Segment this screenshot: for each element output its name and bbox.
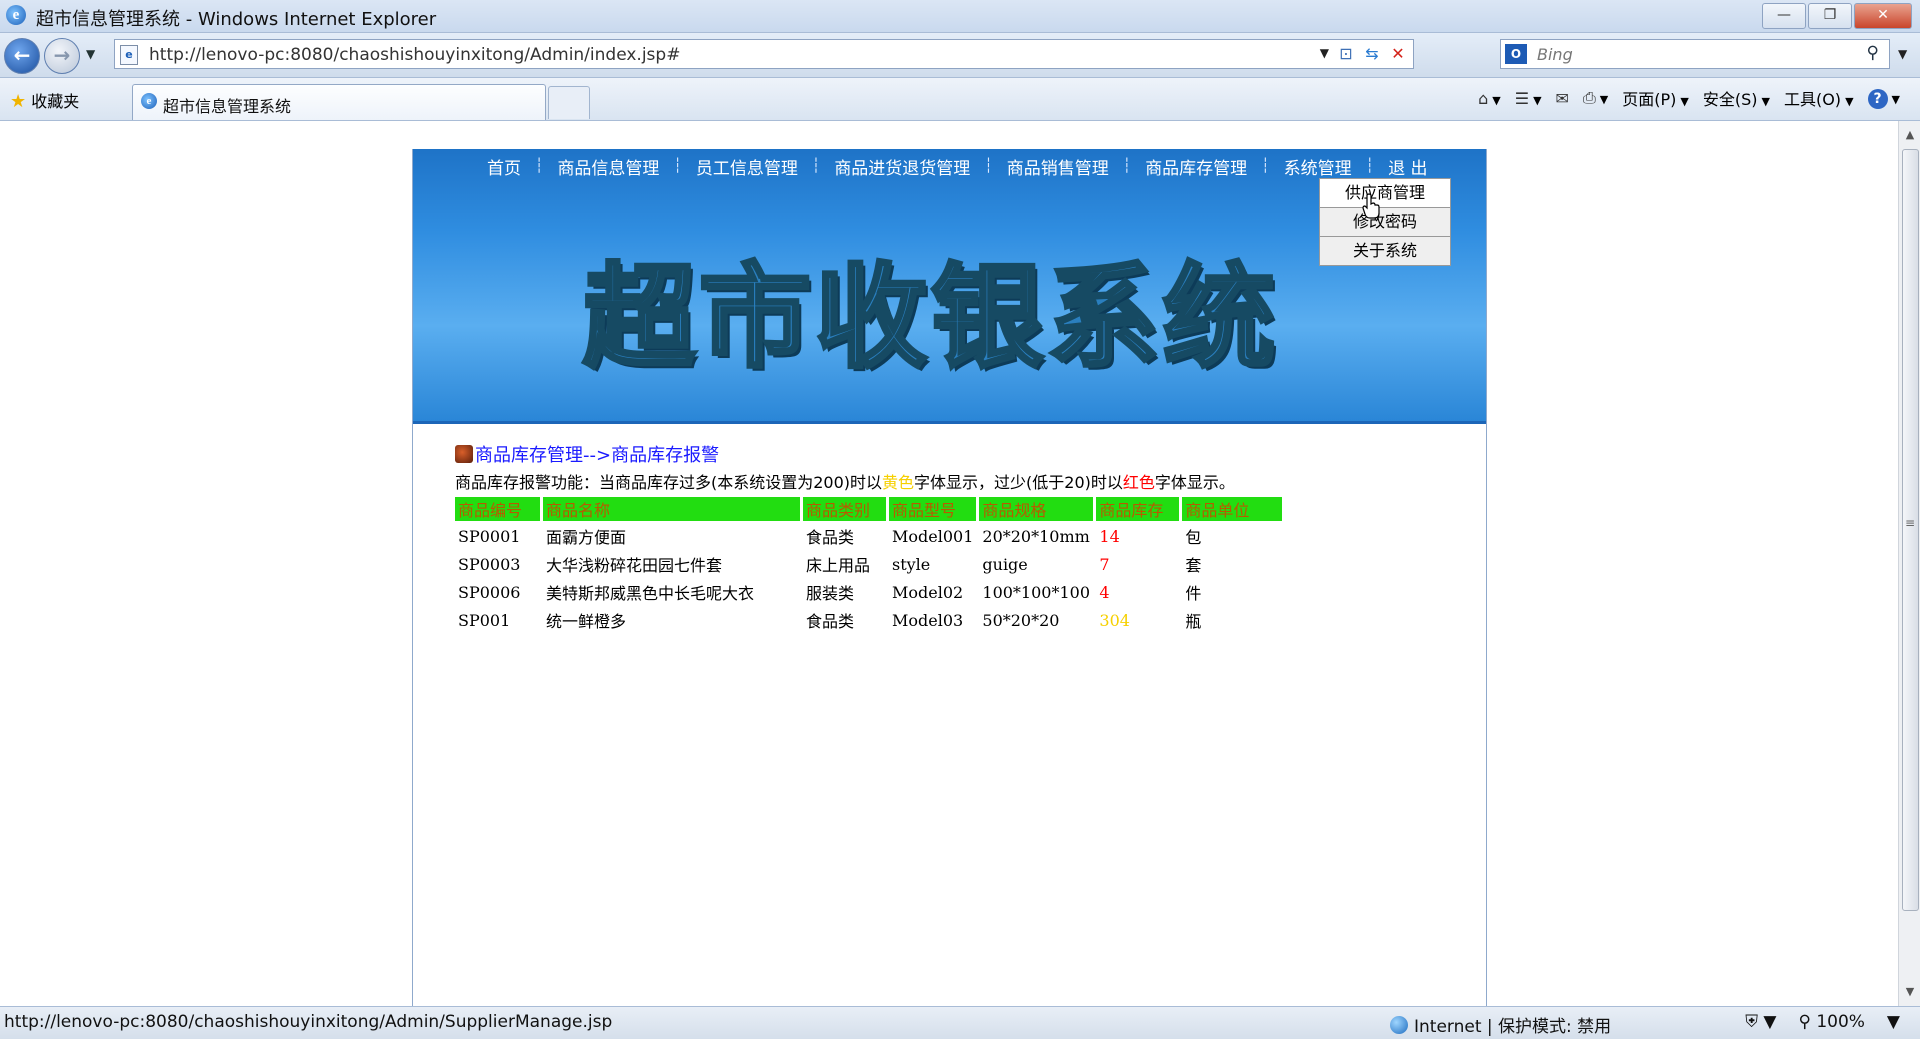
globe-icon <box>1390 1015 1408 1034</box>
site-container: 首页 ┆ 商品信息管理 ┆ 员工信息管理 ┆ 商品进货退货管理 ┆ 商品销售管理 ┆ 商品… <box>412 149 1487 1006</box>
table-header-row: 商品编号 商品名称 商品类别 商品型号 商品规格 商品库存 商品单位 <box>455 497 1283 521</box>
recent-pages-dropdown-icon[interactable]: ▼ <box>86 47 95 61</box>
refresh-icon[interactable]: ⇆ <box>1361 43 1383 65</box>
nav-home[interactable]: 首页 <box>473 154 535 179</box>
table-row: SP0003 大华浅粉碎花田园七件套 床上用品 style guige 7 套 <box>455 551 1282 577</box>
table-row: SP0001 面霸方便面 食品类 Model001 20*20*10mm 14 … <box>455 523 1282 549</box>
printer-icon: ⎙ <box>1582 88 1596 107</box>
main-content: 商品库存管理-->商品库存报警 商品库存报警功能：当商品库存过多(本系统设置为2… <box>455 441 1445 635</box>
breadcrumb-text: 商品库存管理-->商品库存报警 <box>475 445 720 466</box>
nav-system[interactable]: 系统管理 <box>1270 154 1366 179</box>
zoom-icon: ⚲ <box>1798 1012 1811 1032</box>
window-title: 超市信息管理系统 - Windows Internet Explorer <box>36 9 437 30</box>
zoom-button[interactable]: ⚲ 100% <box>1798 1012 1864 1032</box>
search-options-dropdown-icon[interactable]: ▼ <box>1898 47 1907 61</box>
header-spec: 商品规格 <box>979 497 1094 521</box>
rss-icon: ☰ <box>1514 88 1530 108</box>
scroll-down-icon[interactable]: ▼ <box>1899 982 1920 1002</box>
header-model: 商品型号 <box>889 497 977 521</box>
breadcrumb: 商品库存管理-->商品库存报警 <box>455 441 1445 467</box>
browser-tab[interactable]: e 超市信息管理系统 <box>132 84 546 120</box>
nav-logout[interactable]: 退 出 <box>1374 154 1441 179</box>
forward-button[interactable]: → <box>44 38 80 74</box>
stock-value: 4 <box>1099 582 1110 602</box>
address-toolbar: ← → ▼ e http://lenovo-pc:8080/chaoshisho… <box>0 33 1920 78</box>
hand-cursor-icon <box>1362 193 1380 219</box>
address-url[interactable]: http://lenovo-pc:8080/chaoshishouyinxito… <box>149 45 680 65</box>
header-product-name: 商品名称 <box>543 497 800 521</box>
system-submenu: 供应商管理 修改密码 关于系统 <box>1319 178 1451 266</box>
help-icon: ? <box>1867 88 1888 109</box>
inventory-alert-notice: 商品库存报警功能：当商品库存过多(本系统设置为200)时以黄色字体显示，过少(低… <box>455 473 1235 492</box>
search-input[interactable]: Bing <box>1537 45 1573 64</box>
print-button[interactable]: ⎙ ▼ <box>1583 88 1608 108</box>
tools-menu[interactable]: 工具(O) ▼ <box>1784 86 1854 110</box>
security-zone[interactable]: Internet | 保护模式: 禁用 <box>1390 1012 1611 1037</box>
header-product-id: 商品编号 <box>455 497 540 521</box>
submenu-supplier[interactable]: 供应商管理 <box>1319 178 1451 208</box>
search-box[interactable]: O Bing ⚲ <box>1500 39 1890 69</box>
tab-title: 超市信息管理系统 <box>163 97 292 116</box>
favorites-button[interactable]: ★ 收藏夹 <box>10 88 79 112</box>
feeds-button[interactable]: ☰ ▼ <box>1515 89 1542 108</box>
status-url: http://lenovo-pc:8080/chaoshishouyinxito… <box>4 1012 613 1032</box>
favorites-label: 收藏夹 <box>31 92 80 111</box>
scroll-grip-icon: ≡ <box>1905 516 1916 530</box>
protected-mode-button[interactable]: ⛨ ▼ <box>1745 1012 1776 1032</box>
page-menu[interactable]: 页面(P) ▼ <box>1622 86 1689 110</box>
page-icon: e <box>120 45 138 65</box>
inventory-alert-table: 商品编号 商品名称 商品类别 商品型号 商品规格 商品库存 商品单位 SP000… <box>452 495 1285 635</box>
restore-button[interactable]: ❐ <box>1808 3 1852 29</box>
help-menu[interactable]: ? ▼ <box>1867 88 1900 109</box>
notice-yellow-word: 黄色 <box>882 473 915 492</box>
compatibility-view-icon[interactable]: ⊡ <box>1335 43 1357 65</box>
new-tab-button[interactable] <box>548 86 590 119</box>
stock-value: 7 <box>1099 554 1110 574</box>
ie-logo-icon: e <box>6 5 26 25</box>
close-button[interactable]: ✕ <box>1854 3 1912 29</box>
site-nav: 首页 ┆ 商品信息管理 ┆ 员工信息管理 ┆ 商品进货退货管理 ┆ 商品销售管理 ┆ 商品… <box>473 151 1441 181</box>
star-icon: ★ <box>10 91 27 112</box>
zoom-dropdown-icon[interactable]: ▼ <box>1887 1012 1900 1032</box>
command-bar: ⌂ ▼ ☰ ▼ ✉ ⎙ ▼ 页面(P) ▼ 安全(S) ▼ 工具(O) ▼ ? ▼ <box>1478 86 1900 110</box>
back-button[interactable]: ← <box>4 38 40 74</box>
nav-staff-info[interactable]: 员工信息管理 <box>682 154 812 179</box>
home-icon: ⌂ <box>1478 88 1489 108</box>
safety-menu[interactable]: 安全(S) ▼ <box>1703 86 1770 110</box>
address-bar[interactable]: e http://lenovo-pc:8080/chaoshishouyinxi… <box>114 39 1414 69</box>
search-provider-icon: O <box>1505 44 1527 64</box>
favorites-bar: ★ 收藏夹 e 超市信息管理系统 ⌂ ▼ ☰ ▼ ✉ ⎙ ▼ 页面(P) ▼ 安全(S)… <box>0 78 1920 121</box>
site-logo: 超市收银系统 <box>581 251 1279 385</box>
header-stock: 商品库存 <box>1096 497 1180 521</box>
search-icon[interactable]: ⚲ <box>1867 43 1879 63</box>
stop-icon[interactable]: ✕ <box>1387 43 1409 65</box>
mail-icon[interactable]: ✉ <box>1556 89 1569 108</box>
submenu-about[interactable]: 关于系统 <box>1319 236 1451 266</box>
status-bar: http://lenovo-pc:8080/chaoshishouyinxito… <box>0 1006 1920 1039</box>
window-title-bar: e 超市信息管理系统 - Windows Internet Explorer —… <box>0 0 1920 33</box>
module-icon <box>455 445 473 463</box>
address-dropdown-icon[interactable]: ▼ <box>1320 46 1329 60</box>
notice-red-word: 红色 <box>1122 473 1155 492</box>
nav-sales[interactable]: 商品销售管理 <box>993 154 1123 179</box>
nav-product-info[interactable]: 商品信息管理 <box>543 154 673 179</box>
table-row: SP0006 美特斯邦威黑色中长毛呢大衣 服装类 Model02 100*100… <box>455 579 1282 605</box>
header-category: 商品类别 <box>803 497 886 521</box>
page-viewport: 首页 ┆ 商品信息管理 ┆ 员工信息管理 ┆ 商品进货退货管理 ┆ 商品销售管理 ┆ 商品… <box>0 121 1898 1006</box>
nav-purchase-return[interactable]: 商品进货退货管理 <box>820 154 984 179</box>
shield-icon: ⛨ <box>1745 1012 1758 1032</box>
home-button[interactable]: ⌂ ▼ <box>1478 89 1501 108</box>
header-unit: 商品单位 <box>1182 497 1283 521</box>
zone-text: Internet | 保护模式: 禁用 <box>1414 1017 1612 1037</box>
minimize-button[interactable]: — <box>1762 3 1806 29</box>
scroll-thumb[interactable] <box>1902 149 1919 911</box>
stock-value: 14 <box>1099 526 1120 546</box>
submenu-change-password[interactable]: 修改密码 <box>1319 207 1451 237</box>
stock-value: 304 <box>1099 610 1130 630</box>
table-row: SP001 统一鲜橙多 食品类 Model03 50*20*20 304 瓶 <box>455 607 1282 633</box>
tab-ie-icon: e <box>141 93 157 109</box>
scroll-up-icon[interactable]: ▲ <box>1899 125 1920 145</box>
vertical-scrollbar[interactable]: ▲ ≡ ▼ <box>1898 121 1920 1006</box>
nav-inventory[interactable]: 商品库存管理 <box>1131 154 1261 179</box>
